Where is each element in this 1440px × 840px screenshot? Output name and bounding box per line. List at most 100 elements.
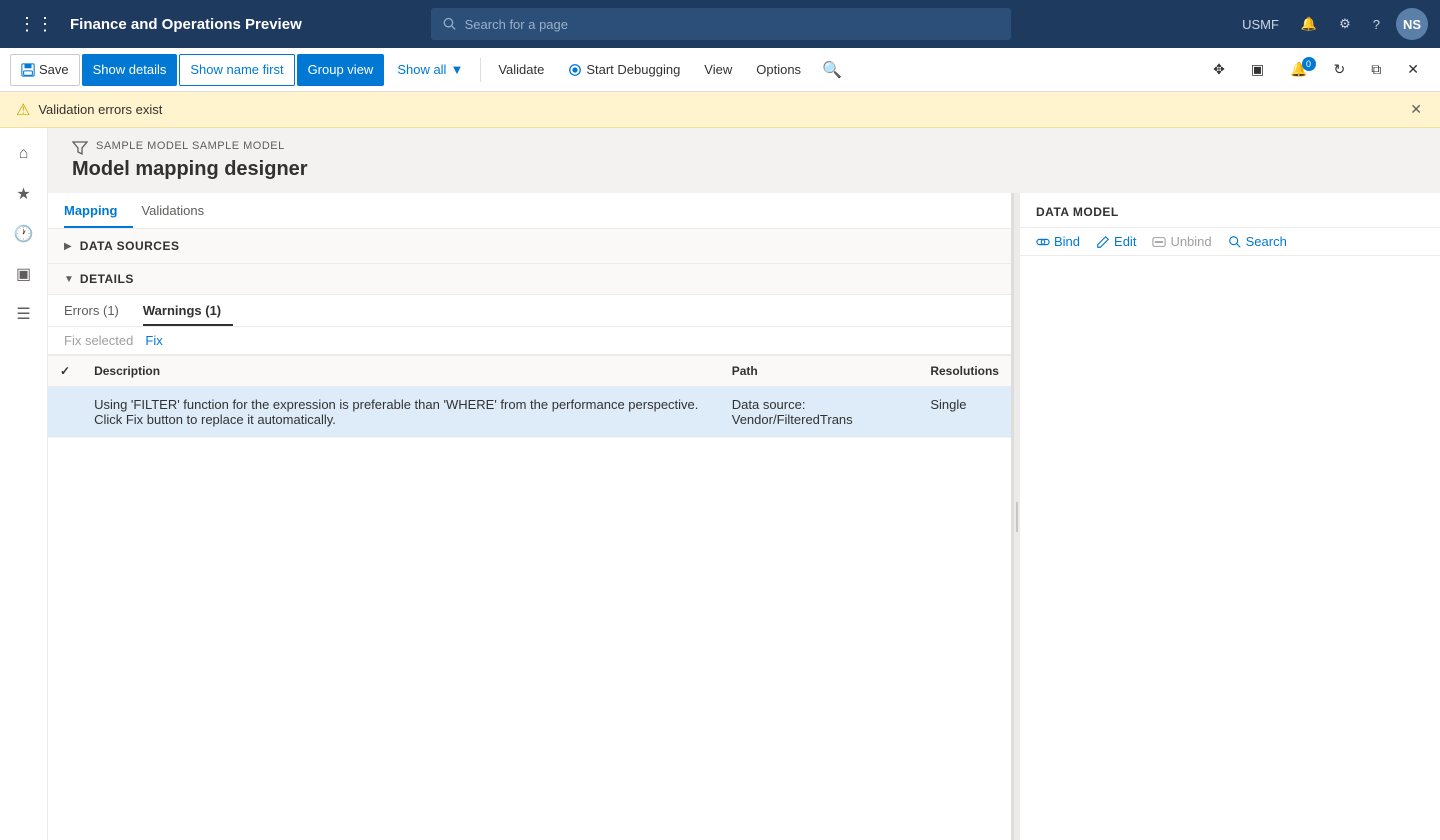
details-section: ▼ DETAILS Errors (1) Warnings (1) [48,264,1011,840]
table-row[interactable]: Using 'FILTER' function for the expressi… [48,387,1011,438]
unbind-icon [1152,235,1166,249]
col-check: ✓ [48,356,82,387]
nav-right-actions: USMF 🔔 ⚙ ? NS [1236,8,1428,40]
fix-selected-text: Fix selected [64,333,133,348]
validate-label: Validate [498,62,544,77]
toolbar-notification-badge[interactable]: 🔔 0 [1279,54,1318,86]
bind-button[interactable]: Bind [1036,234,1080,249]
toolbar-search-icon[interactable]: 🔍 [814,56,850,84]
mapping-tabs: Mapping Validations [48,193,1011,229]
toolbar-close-icon[interactable]: ✕ [1396,54,1430,86]
row-path: Data source: Vendor/FilteredTrans [720,387,919,438]
bind-label: Bind [1054,234,1080,249]
panel-resizer[interactable] [1014,193,1020,840]
sidebar-home-icon[interactable]: ⌂ [6,136,42,172]
details-collapse-icon: ▼ [64,274,74,285]
global-search-bar[interactable] [431,8,1011,40]
grid-menu-icon[interactable]: ⋮⋮ [12,14,60,35]
alert-bar: ⚠ Validation errors exist ✕ [0,92,1440,128]
unbind-button[interactable]: Unbind [1152,234,1211,249]
alert-close-button[interactable]: ✕ [1408,99,1424,120]
show-all-label: Show all [397,62,446,77]
alert-text: Validation errors exist [38,102,1400,117]
sidebar-recent-icon[interactable]: 🕐 [6,216,42,252]
sidebar-favorites-icon[interactable]: ★ [6,176,42,212]
warnings-table: ✓ Description Path Resolut [48,355,1011,840]
sidebar-workspaces-icon[interactable]: ▣ [6,256,42,292]
app-title: Finance and Operations Preview [70,16,302,33]
row-resolutions: Single [918,387,1011,438]
user-company[interactable]: USMF [1236,13,1285,36]
show-details-label: Show details [93,62,167,77]
debug-icon [568,63,582,77]
save-icon [21,63,35,77]
right-panel-header: DATA MODEL [1020,193,1440,228]
details-section-header[interactable]: ▼ DETAILS [48,264,1011,295]
left-sidebar: ⌂ ★ 🕐 ▣ ☰ [0,128,48,840]
tab-mapping[interactable]: Mapping [64,193,133,228]
col-description: Description [82,356,720,387]
show-name-first-label: Show name first [190,62,283,77]
content-area: SAMPLE MODEL SAMPLE MODEL Model mapping … [48,128,1440,840]
col-path: Path [720,356,919,387]
data-sources-section-header[interactable]: ▶ DATA SOURCES [48,229,1011,264]
user-avatar[interactable]: NS [1396,8,1428,40]
notification-icon[interactable]: 🔔 [1295,12,1323,36]
top-nav-bar: ⋮⋮ Finance and Operations Preview USMF 🔔… [0,0,1440,48]
tab-warnings[interactable]: Warnings (1) [143,295,233,326]
filter-icon[interactable] [72,140,88,156]
view-button[interactable]: View [693,54,743,86]
start-debugging-button[interactable]: Start Debugging [557,54,691,86]
group-view-button[interactable]: Group view [297,54,385,86]
toolbar-refresh-icon[interactable]: ↻ [1323,54,1357,86]
group-view-label: Group view [308,62,374,77]
fix-link[interactable]: Fix [145,333,162,348]
tab-validations[interactable]: Validations [141,193,220,228]
left-panel: Mapping Validations ▶ DATA SOURCES ▼ DET… [48,193,1014,840]
row-check [48,387,82,438]
details-label: DETAILS [80,272,134,286]
check-all-icon[interactable]: ✓ [60,364,70,378]
help-icon[interactable]: ? [1367,13,1386,36]
right-panel: DATA MODEL Bind Edit [1020,193,1440,840]
page-title: Model mapping designer [72,158,1416,181]
toolbar-action-2[interactable]: ▣ [1240,54,1275,86]
show-all-dropdown[interactable]: Show all ▼ [386,54,474,86]
main-layout: ⌂ ★ 🕐 ▣ ☰ SAMPLE MODEL SAMPLE MODEL Mode… [0,128,1440,840]
edit-label: Edit [1114,234,1136,249]
global-search-input[interactable] [465,17,1000,32]
validate-button[interactable]: Validate [487,54,555,86]
page-header: SAMPLE MODEL SAMPLE MODEL Model mapping … [48,128,1440,193]
options-label: Options [756,62,801,77]
toolbar-separator-1 [480,58,481,82]
data-model-title: DATA MODEL [1036,205,1424,219]
options-button[interactable]: Options [745,54,812,86]
two-panel-area: Mapping Validations ▶ DATA SOURCES ▼ DET… [48,193,1440,840]
data-sources-label: DATA SOURCES [80,239,180,253]
sidebar-list-icon[interactable]: ☰ [6,296,42,332]
search-label: Search [1246,234,1287,249]
right-panel-content [1020,256,1440,840]
unbind-label: Unbind [1170,234,1211,249]
toolbar-popout-icon[interactable]: ⧉ [1360,54,1392,86]
edit-button[interactable]: Edit [1096,234,1136,249]
detail-tabs: Errors (1) Warnings (1) [48,295,1011,327]
search-icon [443,17,456,31]
show-details-button[interactable]: Show details [82,54,178,86]
start-debugging-label: Start Debugging [586,62,680,77]
settings-icon[interactable]: ⚙ [1333,12,1357,36]
save-button[interactable]: Save [10,54,80,86]
alert-warning-icon: ⚠ [16,100,30,120]
show-name-first-button[interactable]: Show name first [179,54,294,86]
tab-errors[interactable]: Errors (1) [64,295,131,326]
fix-bar: Fix selected Fix [48,327,1011,355]
save-label: Save [39,62,69,77]
col-resolutions: Resolutions [918,356,1011,387]
show-all-button[interactable]: Show all ▼ [386,54,474,86]
row-description: Using 'FILTER' function for the expressi… [82,387,720,438]
toolbar: Save Show details Show name first Group … [0,48,1440,92]
search-data-model-icon [1228,235,1242,249]
toolbar-action-1[interactable]: ✥ [1202,54,1236,86]
show-all-chevron-icon: ▼ [450,62,463,77]
search-data-model-button[interactable]: Search [1228,234,1287,249]
